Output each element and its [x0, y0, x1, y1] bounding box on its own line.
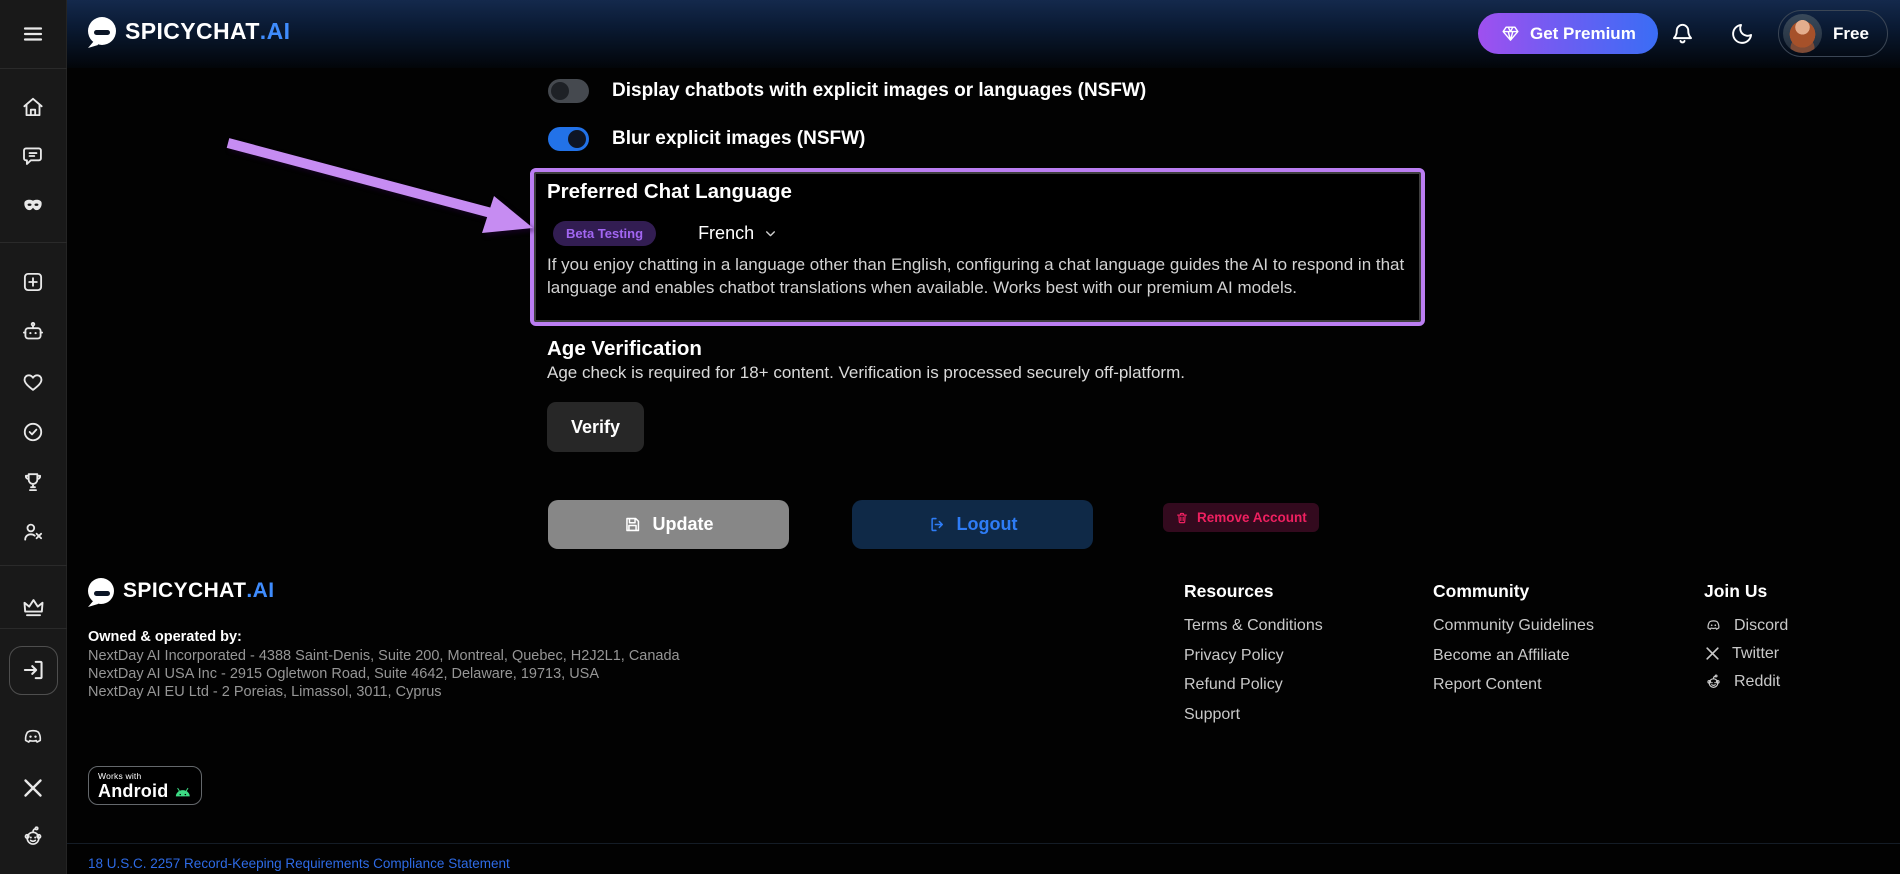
- diamond-icon: [1502, 26, 1519, 41]
- sidebar: [0, 0, 67, 874]
- avatar: [1783, 14, 1822, 53]
- footer-col-community: Community Community Guidelines Become an…: [1433, 581, 1594, 705]
- footer-col-title: Join Us: [1704, 581, 1768, 601]
- footer-logo[interactable]: SPICYCHAT.AI: [88, 578, 274, 604]
- link-privacy[interactable]: Privacy Policy: [1184, 646, 1323, 665]
- x-twitter-icon[interactable]: [13, 768, 53, 808]
- age-verification-description: Age check is required for 18+ content. V…: [547, 363, 1185, 382]
- link-guidelines[interactable]: Community Guidelines: [1433, 616, 1594, 635]
- moon-icon[interactable]: [1728, 20, 1756, 48]
- annotation-arrow: [226, 138, 533, 233]
- footer-divider: [67, 843, 1900, 844]
- personas-mask-icon[interactable]: [13, 186, 53, 226]
- get-premium-label: Get Premium: [1530, 23, 1636, 43]
- link-terms[interactable]: Terms & Conditions: [1184, 616, 1323, 635]
- link-reddit[interactable]: Reddit: [1704, 672, 1788, 691]
- works-with-label: Works with: [98, 771, 142, 781]
- remove-account-label: Remove Account: [1197, 510, 1307, 525]
- home-icon[interactable]: [13, 87, 53, 127]
- owned-by-title: Owned & operated by:: [88, 629, 242, 645]
- top-navbar: SPICYCHAT.AI Get Premium Free: [67, 0, 1900, 68]
- language-row: Beta Testing French: [553, 221, 777, 246]
- logout-label: Logout: [956, 514, 1018, 534]
- sidebar-divider: [0, 565, 67, 566]
- compliance-link[interactable]: 18 U.S.C. 2257 Record-Keeping Requiremen…: [88, 856, 510, 871]
- language-selected-value: French: [698, 223, 755, 243]
- create-chatbot-icon[interactable]: [13, 262, 53, 302]
- logo[interactable]: SPICYCHAT.AI: [88, 17, 290, 45]
- footer-col-title: Community: [1433, 581, 1530, 601]
- logout-icon: [930, 517, 943, 532]
- link-twitter[interactable]: Twitter: [1704, 644, 1788, 663]
- reddit-icon[interactable]: [13, 816, 53, 856]
- language-section-title: Preferred Chat Language: [547, 180, 792, 203]
- owned-line-3: NextDay AI EU Ltd - 2 Poreias, Limassol,…: [88, 684, 442, 700]
- discord-icon[interactable]: [13, 717, 53, 757]
- link-discord[interactable]: Discord: [1704, 616, 1788, 635]
- verified-badge-icon[interactable]: [13, 412, 53, 452]
- footer-col-resources: Resources Terms & Conditions Privacy Pol…: [1184, 581, 1323, 734]
- age-verification-title: Age Verification: [547, 337, 702, 360]
- link-report[interactable]: Report Content: [1433, 675, 1594, 694]
- nsfw-display-toggle[interactable]: [548, 79, 589, 103]
- get-premium-button[interactable]: Get Premium: [1478, 13, 1658, 54]
- login-icon[interactable]: [13, 650, 53, 690]
- update-button[interactable]: Update: [548, 500, 789, 549]
- favorites-heart-icon[interactable]: [13, 362, 53, 402]
- sidebar-divider: [0, 242, 67, 243]
- my-chatbots-robot-icon[interactable]: [13, 312, 53, 352]
- blur-images-label: Blur explicit images (NSFW): [612, 128, 866, 149]
- language-select[interactable]: French: [698, 223, 777, 244]
- premium-crown-icon[interactable]: [13, 587, 53, 627]
- account-menu[interactable]: Free: [1778, 10, 1888, 57]
- beta-badge: Beta Testing: [553, 221, 657, 246]
- nsfw-display-label: Display chatbots with explicit images or…: [612, 80, 1147, 101]
- footer-logo-text: SPICYCHAT.AI: [123, 579, 275, 602]
- bell-icon[interactable]: [1668, 20, 1696, 48]
- unfollow-user-x-icon[interactable]: [13, 512, 53, 552]
- menu-icon[interactable]: [13, 14, 53, 54]
- discord-icon: [1707, 620, 1720, 630]
- link-support[interactable]: Support: [1184, 705, 1323, 724]
- footer-col-join-us: Join Us Discord Twitter Reddit: [1704, 581, 1788, 700]
- language-description: If you enjoy chatting in a language othe…: [547, 255, 1405, 297]
- verify-button[interactable]: Verify: [547, 402, 644, 452]
- plan-badge: Free: [1833, 23, 1869, 43]
- logo-text: SPICYCHAT.AI: [125, 17, 291, 44]
- owned-line-1: NextDay AI Incorporated - 4388 Saint-Den…: [88, 648, 680, 664]
- sidebar-divider: [0, 68, 67, 69]
- x-twitter-icon: [1706, 647, 1719, 660]
- blur-images-row: Blur explicit images (NSFW): [548, 127, 865, 151]
- remove-account-button[interactable]: Remove Account: [1163, 503, 1319, 532]
- footer-logo-bubble-icon: [88, 578, 114, 604]
- spicychat-settings-page: SPICYCHAT.AI Get Premium Free Display ch…: [0, 0, 1900, 874]
- save-icon: [626, 517, 640, 532]
- link-refund[interactable]: Refund Policy: [1184, 675, 1323, 694]
- link-affiliate[interactable]: Become an Affiliate: [1433, 646, 1594, 665]
- blur-images-toggle[interactable]: [548, 127, 589, 151]
- works-with-android-badge[interactable]: Works with Android: [88, 766, 202, 805]
- trophy-icon[interactable]: [13, 462, 53, 502]
- chats-icon[interactable]: [13, 136, 53, 176]
- reddit-icon: [1707, 674, 1720, 688]
- nsfw-display-row: Display chatbots with explicit images or…: [548, 79, 1146, 103]
- update-label: Update: [652, 514, 714, 534]
- footer-col-title: Resources: [1184, 581, 1274, 601]
- logo-bubble-icon: [88, 17, 116, 45]
- logout-button[interactable]: Logout: [852, 500, 1093, 549]
- sidebar-divider: [0, 628, 67, 629]
- android-label: Android: [98, 781, 169, 801]
- chevron-down-icon: [766, 231, 776, 237]
- android-robot-icon: [176, 787, 191, 796]
- trash-icon: [1177, 512, 1187, 523]
- owned-line-2: NextDay AI USA Inc - 2915 Ogletwon Road,…: [88, 666, 600, 682]
